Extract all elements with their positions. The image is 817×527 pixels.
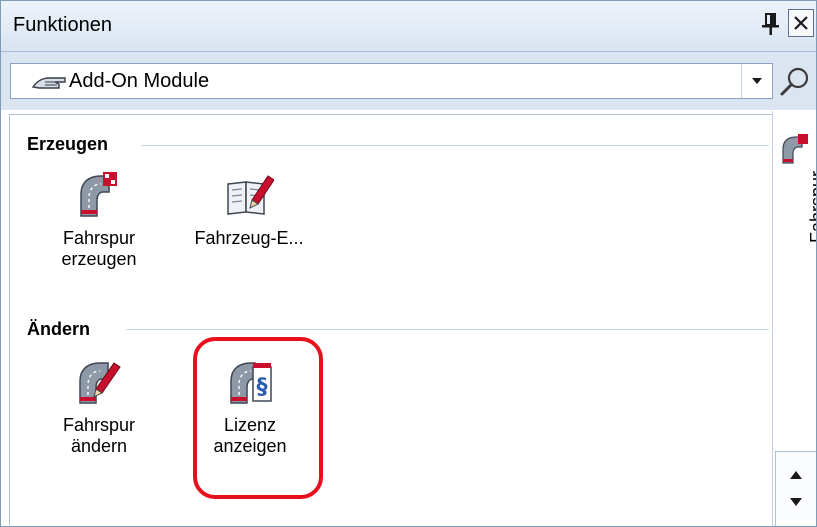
functions-panel: Funktionen Add-On Module Erzeugen Fahrsp… (0, 0, 817, 527)
group-divider (126, 329, 769, 330)
tool-label: Fahrzeug-E... (194, 228, 304, 248)
group-title-aendern: Ändern (27, 319, 90, 339)
module-dropdown-value: Add-On Module (69, 70, 210, 92)
tool-fahrspur-erzeugen[interactable]: Fahrspur erzeugen (54, 170, 144, 270)
pin-icon[interactable] (761, 11, 781, 37)
tool-fahrzeug-editor[interactable]: Fahrzeug-E... (184, 170, 314, 249)
lane-create-icon (80, 172, 117, 217)
lane-edit-icon (79, 362, 121, 404)
scroll-up-icon[interactable] (789, 470, 803, 480)
group-title-erzeugen: Erzeugen (27, 134, 109, 154)
search-icon[interactable] (779, 66, 811, 98)
module-dropdown[interactable]: Add-On Module (10, 63, 773, 99)
close-button[interactable] (788, 9, 814, 37)
close-icon (794, 16, 808, 30)
lane-tab-icon (782, 134, 808, 164)
side-tab-label: Fahrspur (807, 171, 817, 244)
hand-pointer-icon (31, 77, 66, 89)
scroll-down-icon[interactable] (789, 497, 803, 507)
module-selector-row: Add-On Module (1, 52, 816, 110)
tool-area: Erzeugen Fahrspur erzeugen Fahrzeug-E...… (9, 114, 772, 525)
tool-fahrspur-aendern[interactable]: Fahrspur ändern (54, 357, 144, 457)
group-divider (141, 145, 769, 146)
scroll-buttons (775, 451, 816, 526)
highlight-frame (193, 337, 323, 499)
panel-titlebar: Funktionen (1, 1, 816, 52)
tool-label: Fahrspur ändern (62, 415, 136, 456)
dropdown-toggle[interactable] (741, 64, 772, 98)
book-edit-icon (227, 175, 274, 215)
chevron-down-icon (752, 78, 762, 84)
tool-label: Fahrspur erzeugen (61, 228, 137, 269)
panel-title: Funktionen (13, 14, 112, 36)
